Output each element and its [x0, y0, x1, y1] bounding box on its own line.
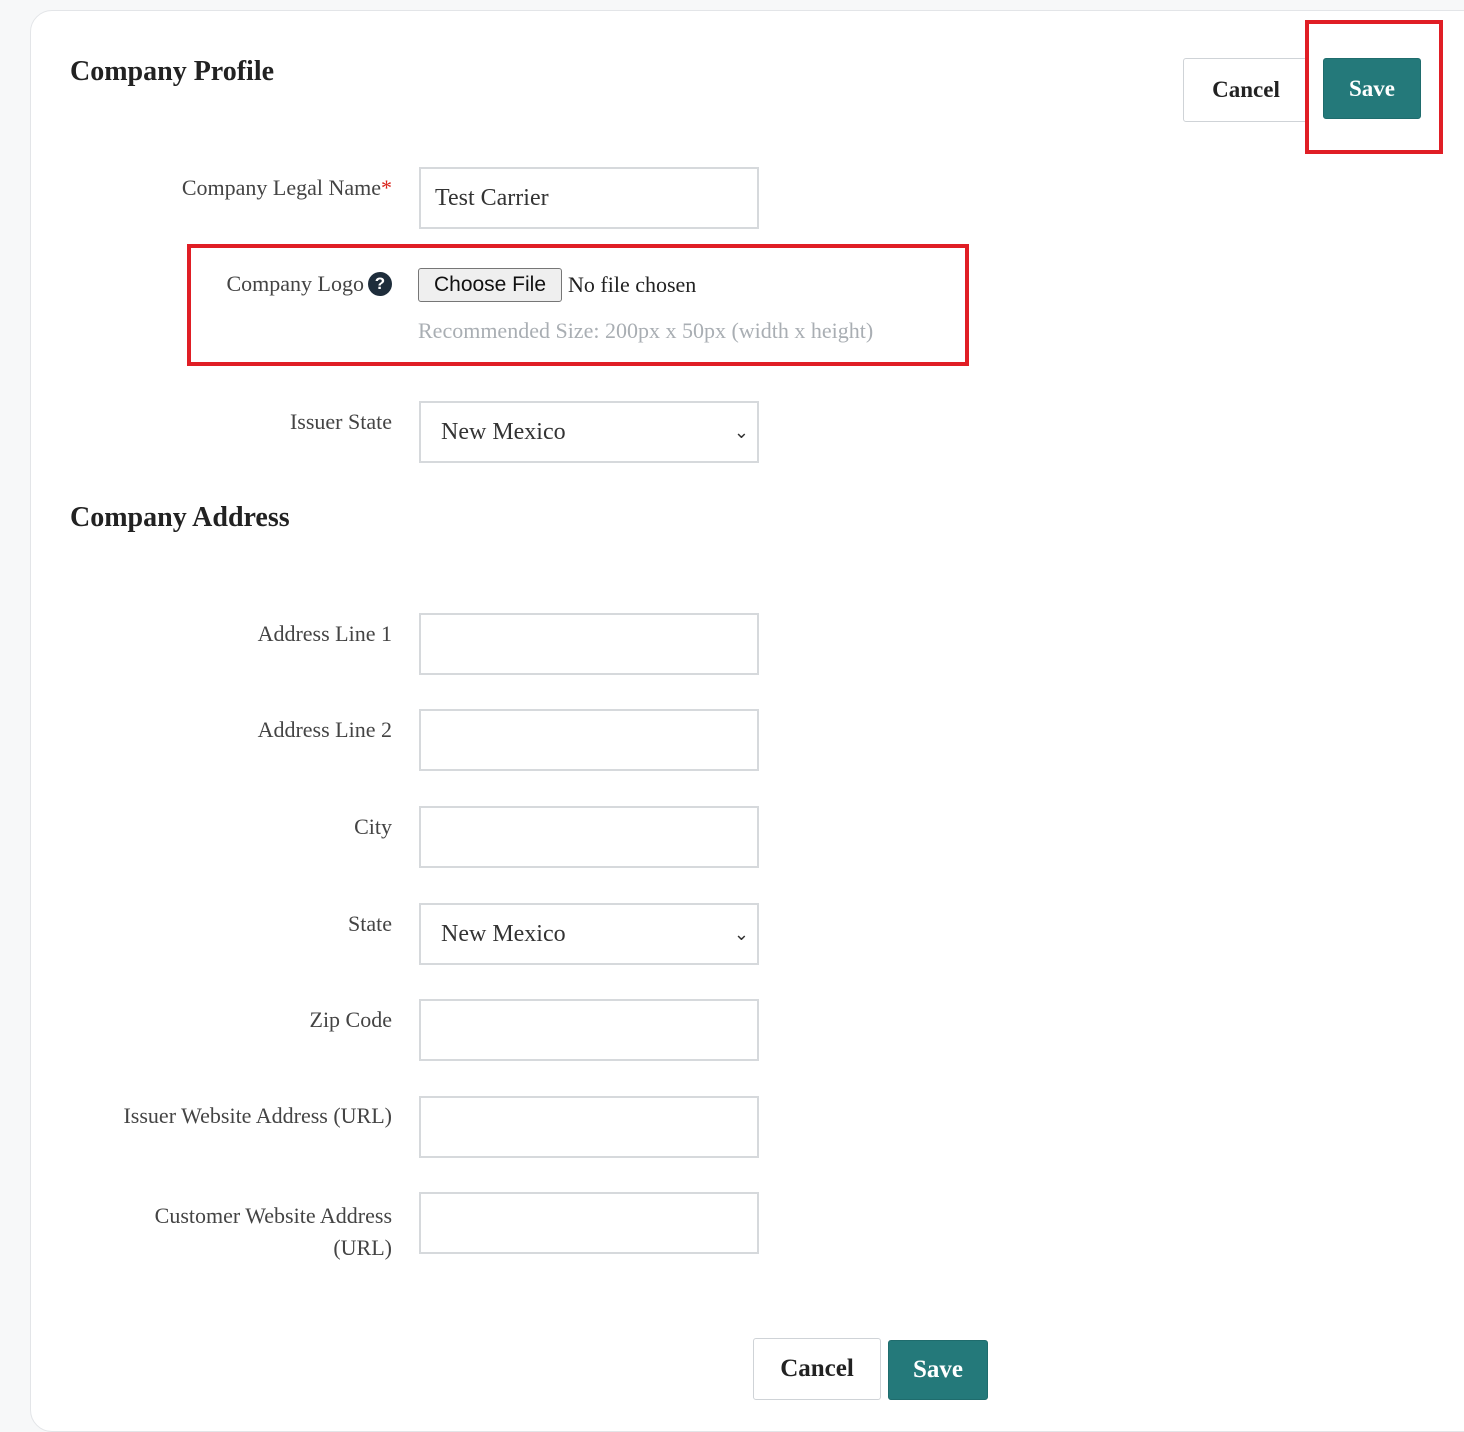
help-icon[interactable]: ? — [368, 272, 392, 296]
issuer-url-input[interactable] — [419, 1096, 759, 1158]
issuer-state-label: Issuer State — [289, 409, 392, 434]
issuer-state-value: New Mexico — [441, 418, 566, 445]
logo-size-hint: Recommended Size: 200px x 50px (width x … — [418, 318, 874, 343]
required-marker: * — [381, 175, 392, 200]
chevron-down-icon: ⌄ — [733, 421, 749, 443]
state-select[interactable]: New Mexico ⌄ — [419, 903, 759, 965]
page-title: Company Profile — [70, 56, 275, 87]
address-line1-label: Address Line 1 — [257, 621, 392, 646]
address-line1-input[interactable] — [419, 613, 759, 675]
issuer-state-select[interactable]: New Mexico ⌄ — [419, 401, 759, 463]
choose-file-button[interactable]: Choose File — [418, 268, 562, 302]
chevron-down-icon: ⌄ — [733, 923, 749, 945]
zip-code-input[interactable] — [419, 999, 759, 1061]
customer-url-input[interactable] — [419, 1192, 759, 1254]
address-line2-input[interactable] — [419, 709, 759, 771]
state-label: State — [348, 911, 392, 936]
zip-code-label: Zip Code — [309, 1007, 393, 1032]
address-section-title: Company Address — [70, 502, 290, 533]
footer-save-button[interactable]: Save — [888, 1340, 988, 1400]
no-file-text: No file chosen — [568, 272, 697, 297]
city-label: City — [354, 814, 392, 839]
state-value: New Mexico — [441, 920, 566, 947]
address-line2-label: Address Line 2 — [257, 717, 392, 742]
logo-highlight-box — [187, 244, 969, 366]
footer-cancel-button[interactable]: Cancel — [753, 1338, 881, 1400]
city-input[interactable] — [419, 806, 759, 868]
legal-name-label: Company Legal Name* — [181, 175, 392, 200]
issuer-url-label: Issuer Website Address (URL) — [123, 1103, 392, 1128]
legal-name-input[interactable]: Test Carrier — [419, 167, 759, 229]
logo-label: Company Logo? — [227, 271, 392, 297]
save-highlight-box — [1305, 20, 1443, 154]
header-cancel-button[interactable]: Cancel — [1183, 58, 1309, 122]
customer-url-label: Customer Website Address (URL) — [154, 1203, 392, 1260]
legal-name-value: Test Carrier — [435, 184, 549, 211]
